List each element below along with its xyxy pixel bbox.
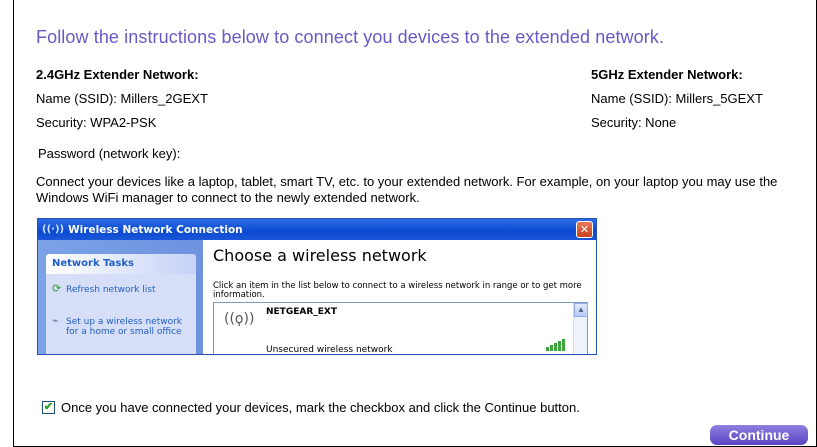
- task-setup: ⌁ Set up a wireless network for a home or…: [52, 314, 183, 337]
- wireless-setup-icon: ⌁: [52, 314, 59, 327]
- network-24-ssid: Name (SSID): Millers_2GEXT: [36, 91, 208, 106]
- network-tasks-panel: Network Tasks ⟳ Refresh network list ⌁ Set…: [46, 254, 196, 354]
- page-heading: Follow the instructions below to connect…: [36, 27, 665, 47]
- signal-bar: [562, 339, 565, 351]
- antenna-icon: ((ϙ)): [224, 311, 255, 327]
- xp-titlebar: ((·)) Wireless Network Connection ✕: [38, 219, 596, 240]
- xp-window-title: Wireless Network Connection: [68, 223, 243, 236]
- content-frame: Follow the instructions below to connect…: [13, 0, 817, 447]
- connected-confirmation: ✔ Once you have connected your devices, …: [42, 400, 580, 415]
- xp-sidebar: Network Tasks ⟳ Refresh network list ⌁ Set…: [38, 240, 203, 354]
- network-name: NETGEAR_EXT: [266, 307, 337, 317]
- continue-button[interactable]: Continue: [710, 425, 808, 445]
- scroll-up-icon: ▲: [574, 303, 588, 317]
- xp-main: Choose a wireless network Click an item …: [203, 240, 596, 355]
- network-5-ssid: Name (SSID): Millers_5GEXT: [591, 91, 763, 106]
- network-list: ((ϙ)) NETGEAR_EXT Unsecured wireless net…: [213, 302, 588, 355]
- task-refresh: ⟳ Refresh network list: [52, 282, 156, 295]
- network-5-title: 5GHz Extender Network:: [591, 67, 743, 82]
- network-24-title: 2.4GHz Extender Network:: [36, 67, 199, 82]
- choose-network-heading: Choose a wireless network: [213, 246, 427, 265]
- signal-bar: [558, 341, 561, 351]
- network-security: Unsecured wireless network: [266, 345, 393, 355]
- signal-strength-icon: [546, 339, 565, 351]
- wireless-signal-icon: ((·)): [42, 224, 65, 235]
- list-scrollbar: ▲: [573, 303, 588, 354]
- signal-bar: [550, 345, 553, 351]
- instructions-text: Connect your devices like a laptop, tabl…: [36, 174, 778, 205]
- refresh-icon: ⟳: [52, 282, 62, 295]
- network-5-security: Security: None: [591, 115, 677, 130]
- close-icon: ✕: [576, 221, 593, 238]
- signal-bar: [546, 347, 549, 351]
- choose-network-instructions: Click an item in the list below to conne…: [213, 281, 582, 300]
- wifi-manager-screenshot: ((·)) Wireless Network Connection ✕ Netw…: [37, 218, 597, 355]
- network-24-password: Password (network key):: [38, 146, 181, 161]
- network-tasks-header: Network Tasks: [46, 254, 196, 274]
- checkbox-label: Once you have connected your devices, ma…: [61, 400, 580, 415]
- connected-checkbox[interactable]: ✔: [42, 401, 55, 414]
- signal-bar: [554, 343, 557, 351]
- network-24-security: Security: WPA2-PSK: [36, 115, 157, 130]
